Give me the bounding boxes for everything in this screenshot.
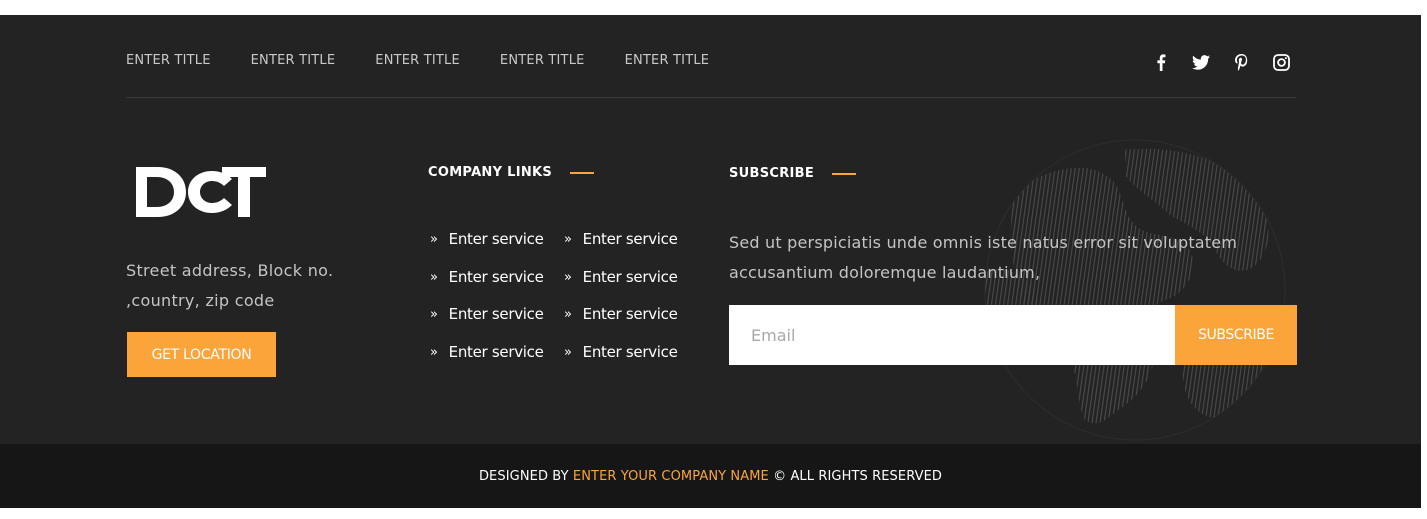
footer: ENTER TITLE ENTER TITLE ENTER TITLE ENTE… (0, 15, 1421, 444)
chevron-double-right-icon: » (564, 344, 572, 360)
chevron-double-right-icon: » (430, 306, 438, 322)
footer-nav-item-4[interactable]: ENTER TITLE (500, 53, 585, 68)
chevron-double-right-icon: » (430, 344, 438, 360)
subscribe-heading: SUBSCRIBE (729, 166, 815, 181)
footer-nav-item-2[interactable]: ENTER TITLE (251, 53, 336, 68)
copyright-text: DESIGNED BY ENTER YOUR COMPANY NAME © AL… (479, 469, 942, 484)
footer-nav-item-1[interactable]: ENTER TITLE (126, 53, 211, 68)
subscribe-title: SUBSCRIBE (729, 166, 857, 181)
chevron-double-right-icon: » (430, 231, 438, 247)
pinterest-icon[interactable] (1230, 51, 1252, 73)
chevron-double-right-icon: » (564, 269, 572, 285)
twitter-icon[interactable] (1190, 51, 1212, 73)
page-below (0, 508, 1421, 519)
subscribe-button[interactable]: SUBSCRIBE (1175, 305, 1297, 365)
chevron-double-right-icon: » (564, 231, 572, 247)
dct-logo (136, 167, 266, 217)
company-link-5[interactable]: » Enter service (430, 305, 544, 323)
chevron-double-right-icon: » (430, 269, 438, 285)
email-field[interactable] (729, 305, 1175, 365)
footer-nav-item-5[interactable]: ENTER TITLE (625, 53, 710, 68)
company-links-heading: COMPANY LINKS (428, 165, 553, 180)
company-link-2[interactable]: » Enter service (564, 230, 678, 248)
get-location-button[interactable]: GET LOCATION (127, 332, 276, 377)
facebook-icon[interactable] (1150, 51, 1172, 73)
company-link-6[interactable]: » Enter service (564, 305, 678, 323)
footer-nav-item-3[interactable]: ENTER TITLE (375, 53, 460, 68)
subscribe-description: Sed ut perspiciatis unde omnis iste natu… (729, 233, 1238, 282)
copyright-suffix: © ALL RIGHTS RESERVED (768, 468, 943, 484)
company-links-title: COMPANY LINKS (428, 165, 595, 180)
heading-accent-bar (832, 172, 857, 175)
address-line-1: Street address, Block no. (126, 261, 334, 280)
company-link-4[interactable]: » Enter service (564, 268, 678, 286)
company-link-8[interactable]: » Enter service (564, 343, 678, 361)
chevron-double-right-icon: » (564, 306, 572, 322)
company-link-1[interactable]: » Enter service (430, 230, 544, 248)
footer-divider (126, 97, 1296, 98)
copyright-prefix: DESIGNED BY (478, 468, 573, 484)
heading-accent-bar (570, 171, 595, 174)
page-scroll-edge (1421, 0, 1427, 519)
address-line-2: ,country, zip code (126, 291, 275, 310)
company-link-3[interactable]: » Enter service (430, 268, 544, 286)
company-name-link[interactable]: ENTER YOUR COMPANY NAME (573, 469, 769, 484)
footer-top-nav: ENTER TITLE ENTER TITLE ENTER TITLE ENTE… (126, 53, 749, 68)
copyright-bar: DESIGNED BY ENTER YOUR COMPANY NAME © AL… (0, 444, 1421, 508)
company-link-7[interactable]: » Enter service (430, 343, 544, 361)
instagram-icon[interactable] (1270, 51, 1292, 73)
address: Street address, Block no. ,country, zip … (126, 256, 386, 316)
social-links (1150, 51, 1310, 73)
